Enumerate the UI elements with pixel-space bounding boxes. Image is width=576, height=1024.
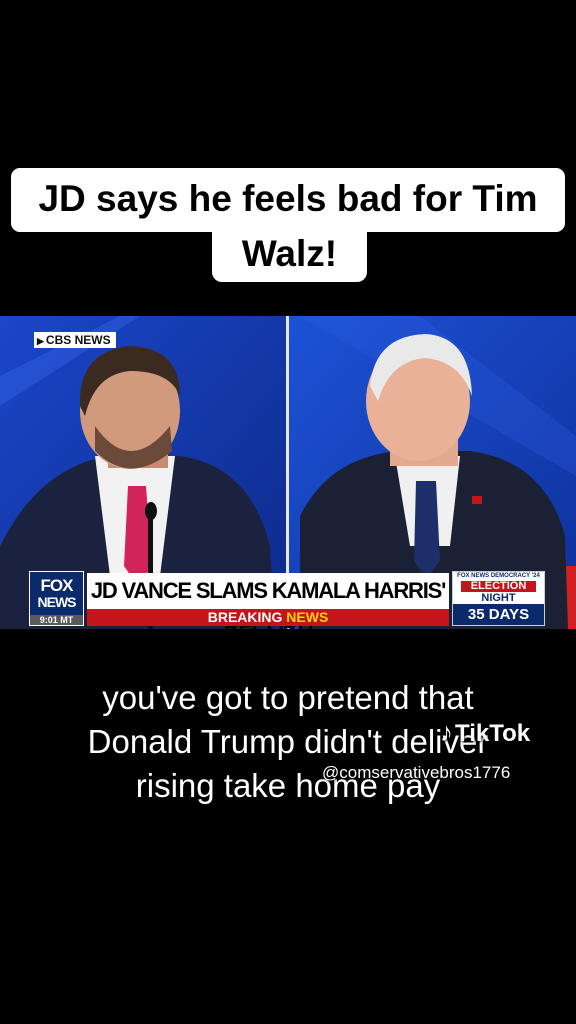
source-tag-text: CBS NEWS [45, 333, 111, 347]
subtitle-line-1: you've got to pretend that [102, 679, 474, 716]
chyron-headline: JD VANCE SLAMS KAMALA HARRIS' RECORD [87, 573, 449, 639]
days-countdown: 35 DAYS [453, 604, 544, 625]
breaking-news-banner: BREAKING NEWS [87, 609, 449, 626]
broadcast-time: 9:01 MT [30, 615, 83, 625]
election-night-box: FOX NEWS DEMOCRACY '24 ELECTION NIGHT 35… [452, 571, 545, 626]
caption-text-1: JD says he feels bad for Tim [38, 178, 538, 219]
election-label: ELECTION [461, 581, 536, 592]
tiktok-note-icon: ♪ [440, 717, 453, 747]
creator-handle[interactable]: @comservativebros1776 [322, 763, 510, 783]
banner-word-breaking: BREAKING [207, 609, 283, 625]
source-tag: ▶ CBS NEWS [34, 332, 116, 348]
network-logo-line1: FOX [40, 576, 74, 595]
network-logo-line2: NEWS [37, 594, 77, 610]
caption-text-2: Walz! [241, 233, 338, 274]
caption-line-1: JD says he feels bad for Tim [11, 168, 565, 232]
play-icon: ▶ [37, 336, 44, 346]
banner-word-news: NEWS [286, 609, 329, 625]
network-logo: FOX NEWS 9:01 MT [29, 571, 84, 626]
caption-line-2: Walz! [212, 230, 367, 282]
tiktok-brand: TikTok [455, 720, 531, 747]
tiktok-watermark: ♪TikTok [440, 717, 530, 748]
